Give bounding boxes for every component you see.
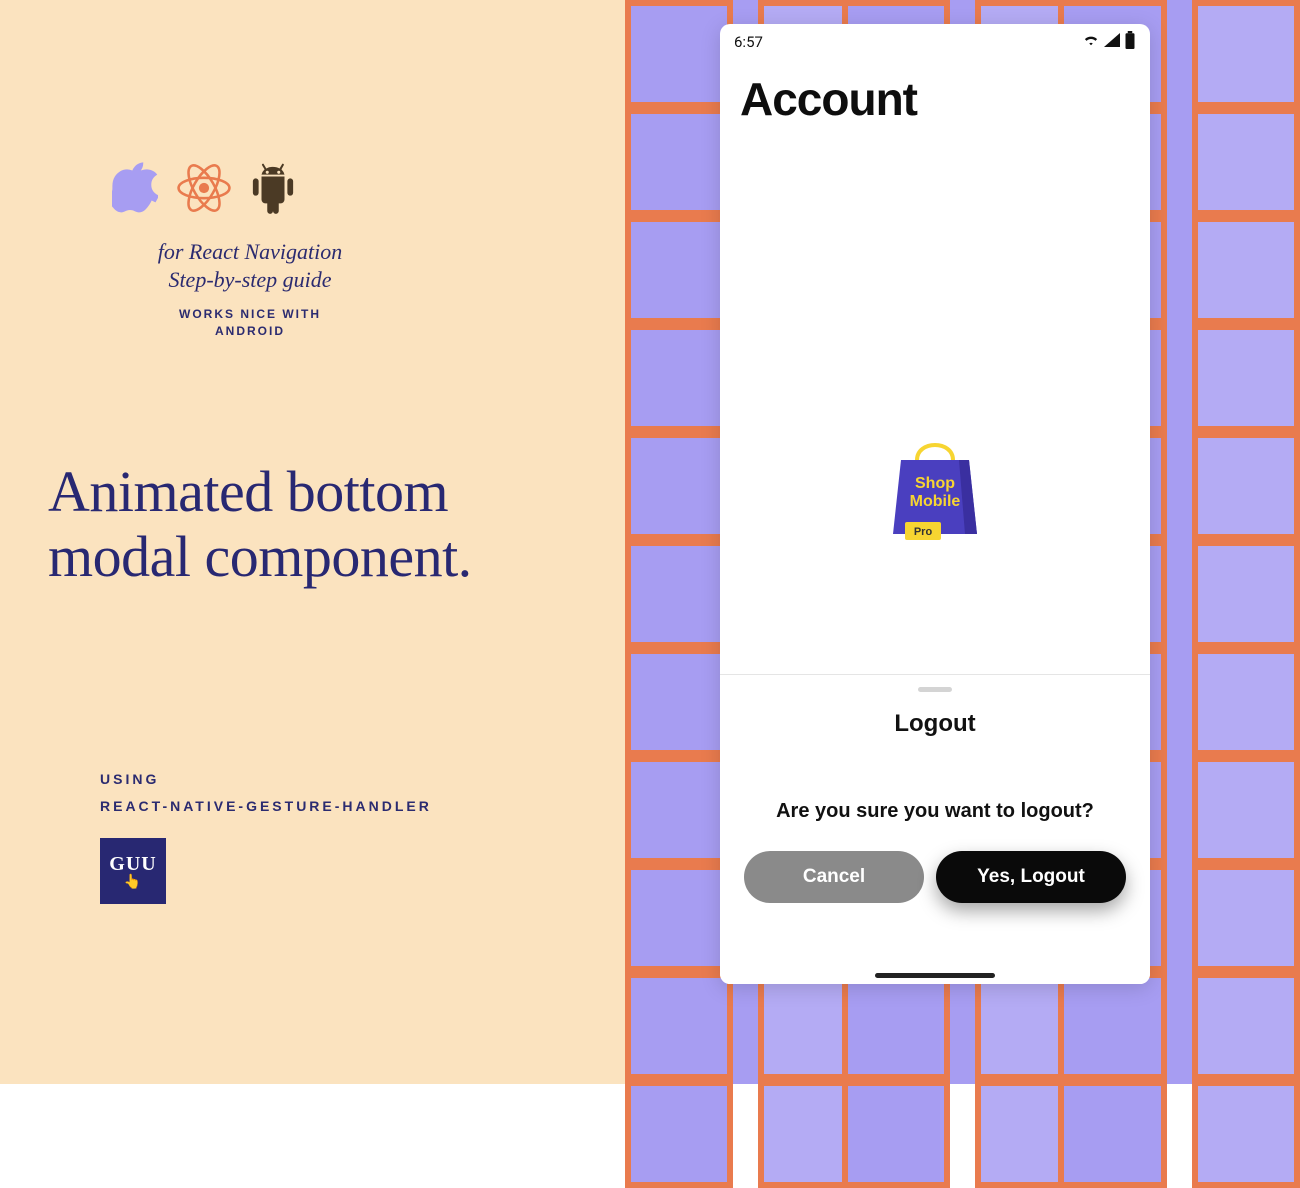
signal-icon [1104, 33, 1120, 51]
home-indicator[interactable] [875, 973, 995, 978]
bag-line1-text: Shop [915, 475, 955, 492]
headline-l2: modal component. [48, 524, 472, 589]
using-l1: USING [100, 771, 159, 787]
device-showcase-panel: 6:57 Account [650, 0, 1300, 1084]
android-icon [250, 161, 296, 215]
works-nice-l1: WORKS NICE WITH [179, 307, 321, 321]
sheet-title: Logout [894, 710, 975, 738]
promo-panel: for React Navigation Step-by-step guide … [0, 0, 650, 1084]
headline-l1: Animated bottom [48, 459, 448, 524]
tagline-text: for React Navigation Step-by-step guide [100, 238, 400, 293]
react-icon [176, 160, 232, 216]
app-logo: Pro Shop Mobile [887, 434, 983, 549]
works-nice-caption: WORKS NICE WITH ANDROID [100, 306, 400, 340]
wifi-icon [1082, 33, 1100, 51]
status-bar: 6:57 [720, 24, 1150, 60]
sheet-buttons: Cancel Yes, Logout [744, 851, 1126, 903]
cancel-button[interactable]: Cancel [744, 851, 924, 903]
bag-line2-text: Mobile [910, 493, 961, 510]
works-nice-l2: ANDROID [215, 324, 285, 338]
tagline-line1: for React Navigation [158, 239, 343, 264]
using-l2: REACT-NATIVE-GESTURE-HANDLER [100, 798, 432, 814]
headline: Animated bottom modal component. [48, 460, 472, 590]
page-title: Account [720, 60, 1150, 126]
status-time: 6:57 [734, 33, 763, 51]
drag-handle[interactable] [918, 687, 952, 692]
bottom-sheet: Logout Are you sure you want to logout? … [720, 674, 1150, 984]
status-icons [1082, 31, 1136, 53]
confirm-button[interactable]: Yes, Logout [936, 851, 1126, 903]
battery-icon [1124, 31, 1136, 53]
tagline-line2: Step-by-step guide [168, 267, 331, 292]
phone-frame: 6:57 Account [720, 24, 1150, 984]
brand-label: GUU [109, 853, 156, 876]
sheet-message: Are you sure you want to logout? [776, 800, 1094, 823]
apple-icon [112, 161, 158, 215]
brand-emoji: 👆 [124, 876, 142, 890]
brand-badge: GUU 👆 [100, 838, 166, 904]
bag-badge-text: Pro [914, 526, 933, 538]
using-caption: USING REACT-NATIVE-GESTURE-HANDLER [100, 766, 432, 819]
platform-icons-row [112, 160, 296, 216]
